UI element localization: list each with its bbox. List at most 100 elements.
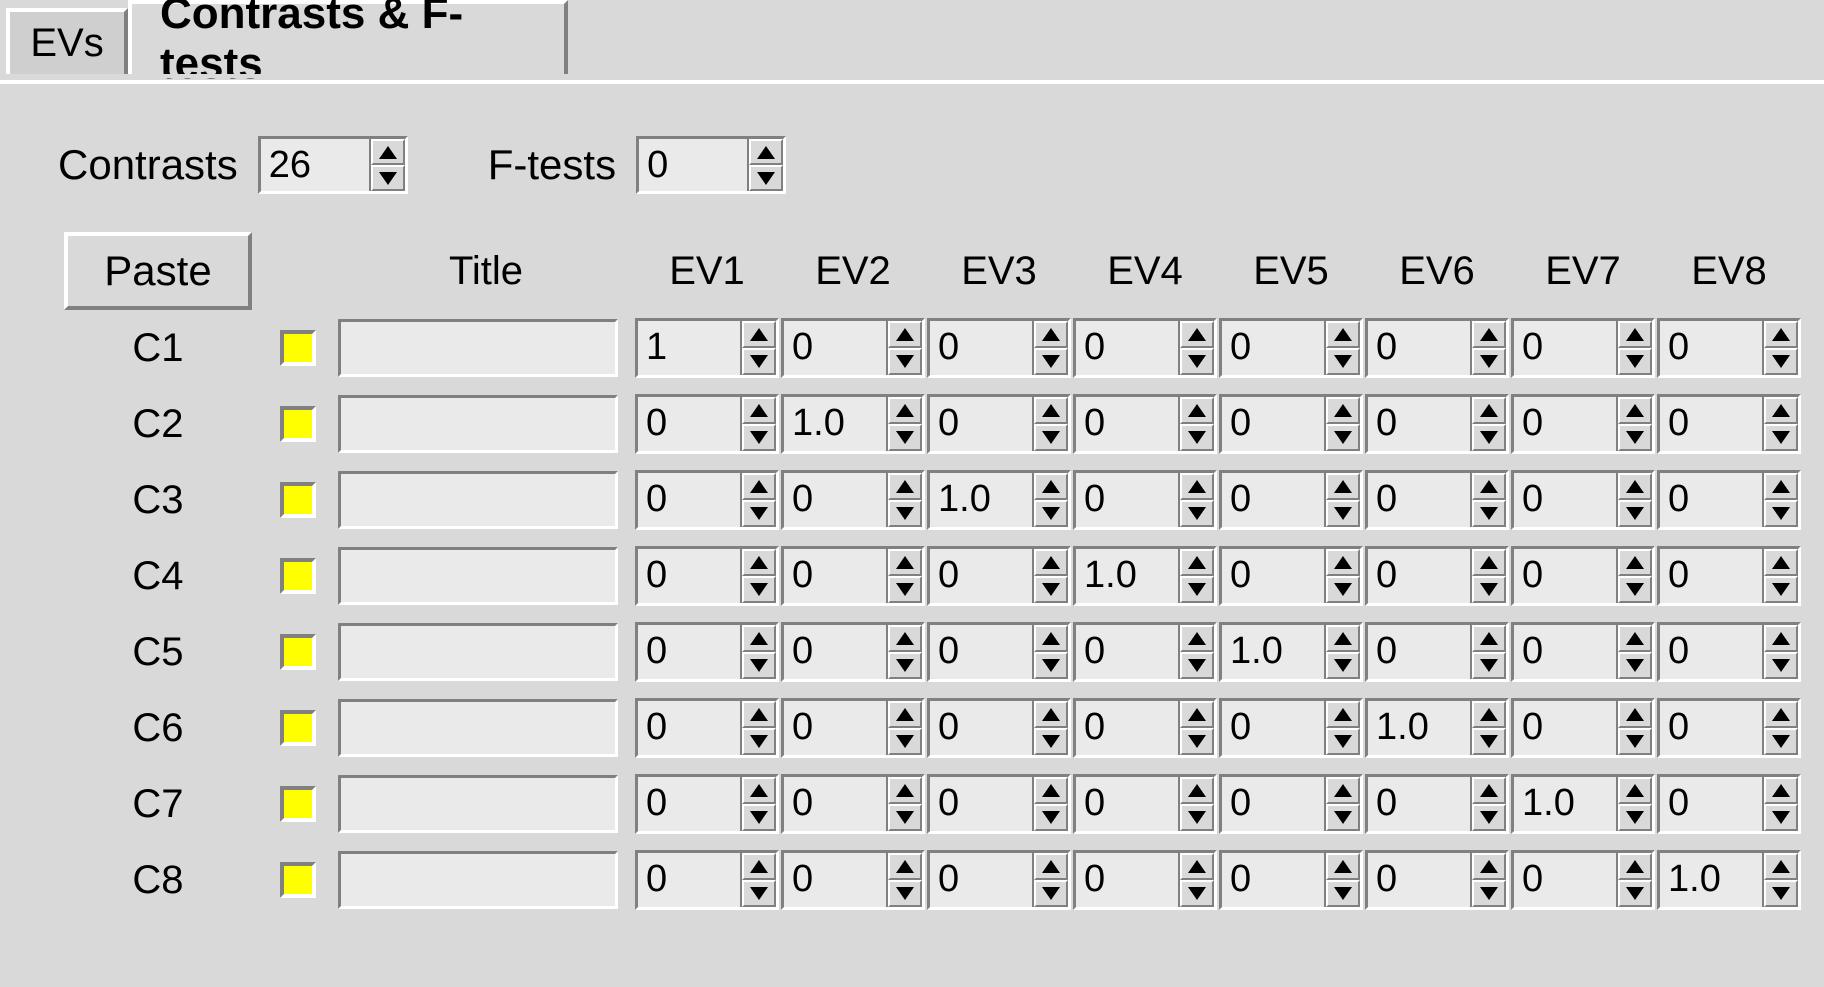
ev-value[interactable]: 0 bbox=[930, 321, 1032, 375]
ev-step-up[interactable] bbox=[1034, 321, 1068, 348]
ev-value[interactable]: 0 bbox=[1660, 321, 1762, 375]
ev-value[interactable]: 0 bbox=[1514, 625, 1616, 679]
contrast-title-input[interactable] bbox=[338, 623, 618, 681]
ev-step-down[interactable] bbox=[1618, 500, 1652, 527]
ev-step-up[interactable] bbox=[1764, 853, 1798, 880]
ev-step-down[interactable] bbox=[1034, 500, 1068, 527]
ev-step-up[interactable] bbox=[1764, 701, 1798, 728]
contrast-title-input[interactable] bbox=[338, 851, 618, 909]
ev-step-up[interactable] bbox=[1034, 701, 1068, 728]
ev-step-up[interactable] bbox=[1180, 549, 1214, 576]
ev-step-down[interactable] bbox=[1326, 804, 1360, 831]
ev-value-spinner[interactable]: 1.0 bbox=[1073, 546, 1217, 606]
ev-value-spinner[interactable]: 0 bbox=[1657, 318, 1801, 378]
ev-value-spinner[interactable]: 0 bbox=[1657, 698, 1801, 758]
ev-step-down[interactable] bbox=[742, 728, 776, 755]
ev-value[interactable]: 0 bbox=[1222, 777, 1324, 831]
ev-step-down[interactable] bbox=[888, 804, 922, 831]
ev-value-spinner[interactable]: 0 bbox=[1073, 850, 1217, 910]
ev-value[interactable]: 0 bbox=[784, 853, 886, 907]
ev-step-down[interactable] bbox=[1180, 728, 1214, 755]
ev-value-spinner[interactable]: 0 bbox=[1511, 698, 1655, 758]
contrast-title-input[interactable] bbox=[338, 471, 618, 529]
ev-value[interactable]: 0 bbox=[784, 625, 886, 679]
ev-value-spinner[interactable]: 0 bbox=[1219, 394, 1363, 454]
ev-value[interactable]: 0 bbox=[1368, 397, 1470, 451]
ev-step-up[interactable] bbox=[742, 777, 776, 804]
row-indicator-checkbox[interactable] bbox=[280, 482, 316, 518]
ev-step-up[interactable] bbox=[742, 701, 776, 728]
ev-value-spinner[interactable]: 0 bbox=[635, 698, 779, 758]
ev-step-up[interactable] bbox=[1180, 397, 1214, 424]
ev-value[interactable]: 0 bbox=[638, 473, 740, 527]
ev-value[interactable]: 0 bbox=[1514, 853, 1616, 907]
ev-step-down[interactable] bbox=[1472, 880, 1506, 907]
ev-step-up[interactable] bbox=[1764, 397, 1798, 424]
ev-step-up[interactable] bbox=[1618, 625, 1652, 652]
ev-value-spinner[interactable]: 0 bbox=[1511, 394, 1655, 454]
ev-step-down[interactable] bbox=[1764, 728, 1798, 755]
ev-value[interactable]: 1.0 bbox=[1076, 549, 1178, 603]
ev-step-down[interactable] bbox=[1472, 348, 1506, 375]
ev-step-down[interactable] bbox=[888, 880, 922, 907]
ev-value-spinner[interactable]: 0 bbox=[1219, 774, 1363, 834]
ev-value[interactable]: 0 bbox=[1368, 473, 1470, 527]
ev-value[interactable]: 0 bbox=[1368, 853, 1470, 907]
ev-step-down[interactable] bbox=[1180, 348, 1214, 375]
ev-step-down[interactable] bbox=[1180, 576, 1214, 603]
ev-step-down[interactable] bbox=[1472, 652, 1506, 679]
ev-value[interactable]: 0 bbox=[1514, 397, 1616, 451]
ev-step-up[interactable] bbox=[1180, 853, 1214, 880]
ev-value-spinner[interactable]: 1.0 bbox=[1511, 774, 1655, 834]
ev-step-up[interactable] bbox=[1326, 473, 1360, 500]
ev-step-down[interactable] bbox=[1764, 348, 1798, 375]
ev-step-down[interactable] bbox=[1472, 728, 1506, 755]
ev-value[interactable]: 1.0 bbox=[1660, 853, 1762, 907]
contrast-title-input[interactable] bbox=[338, 699, 618, 757]
ev-step-down[interactable] bbox=[742, 424, 776, 451]
ev-value[interactable]: 0 bbox=[638, 701, 740, 755]
ev-step-down[interactable] bbox=[1034, 880, 1068, 907]
ev-value-spinner[interactable]: 0 bbox=[1219, 318, 1363, 378]
ev-value[interactable]: 0 bbox=[1076, 473, 1178, 527]
ev-step-up[interactable] bbox=[742, 473, 776, 500]
ev-value-spinner[interactable]: 0 bbox=[927, 774, 1071, 834]
ev-step-down[interactable] bbox=[1180, 804, 1214, 831]
ev-step-down[interactable] bbox=[1764, 500, 1798, 527]
row-indicator-checkbox[interactable] bbox=[280, 406, 316, 442]
ev-value[interactable]: 0 bbox=[1514, 701, 1616, 755]
ev-value-spinner[interactable]: 0 bbox=[927, 698, 1071, 758]
ftests-spinner[interactable]: 0 bbox=[636, 136, 786, 194]
ev-value-spinner[interactable]: 0 bbox=[1657, 470, 1801, 530]
ev-step-up[interactable] bbox=[1618, 397, 1652, 424]
ev-step-down[interactable] bbox=[742, 880, 776, 907]
ev-step-down[interactable] bbox=[1618, 804, 1652, 831]
ev-value[interactable]: 0 bbox=[930, 625, 1032, 679]
ev-value-spinner[interactable]: 0 bbox=[1073, 470, 1217, 530]
ev-value[interactable]: 0 bbox=[1076, 853, 1178, 907]
ev-step-down[interactable] bbox=[1326, 424, 1360, 451]
tab-evs[interactable]: EVs bbox=[6, 8, 128, 74]
ev-step-up[interactable] bbox=[1618, 701, 1652, 728]
ev-step-down[interactable] bbox=[1764, 804, 1798, 831]
ev-value[interactable]: 0 bbox=[930, 777, 1032, 831]
ev-step-down[interactable] bbox=[1180, 424, 1214, 451]
ev-value[interactable]: 0 bbox=[1368, 777, 1470, 831]
ev-value[interactable]: 0 bbox=[1222, 397, 1324, 451]
ev-value-spinner[interactable]: 0 bbox=[1219, 470, 1363, 530]
ev-step-up[interactable] bbox=[1472, 321, 1506, 348]
ev-step-up[interactable] bbox=[1326, 625, 1360, 652]
ev-value-spinner[interactable]: 1.0 bbox=[1365, 698, 1509, 758]
ev-value-spinner[interactable]: 0 bbox=[1511, 318, 1655, 378]
ev-value-spinner[interactable]: 0 bbox=[1073, 698, 1217, 758]
ev-step-up[interactable] bbox=[888, 397, 922, 424]
ev-value-spinner[interactable]: 0 bbox=[1073, 622, 1217, 682]
ev-step-down[interactable] bbox=[1618, 652, 1652, 679]
contrasts-step-down[interactable] bbox=[371, 165, 405, 191]
ev-step-up[interactable] bbox=[1472, 473, 1506, 500]
ev-step-down[interactable] bbox=[742, 652, 776, 679]
ev-step-up[interactable] bbox=[742, 397, 776, 424]
ev-step-down[interactable] bbox=[888, 652, 922, 679]
ev-value-spinner[interactable]: 0 bbox=[635, 394, 779, 454]
ev-step-down[interactable] bbox=[1764, 652, 1798, 679]
